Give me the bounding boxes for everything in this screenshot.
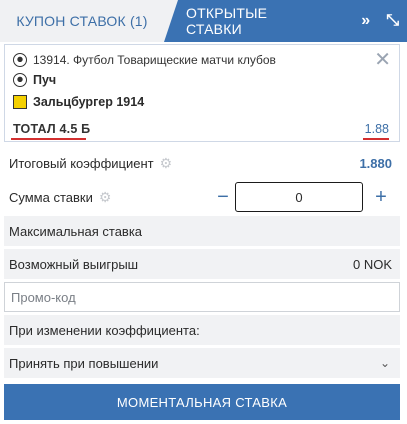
forward-icon[interactable]: » bbox=[361, 12, 370, 30]
team-2-name: Зальцбургер 1914 bbox=[33, 95, 145, 109]
bet-slip: КУПОН СТАВОК (1) ОТКРЫТЫЕ СТАВКИ » ⤡ ✕ 1… bbox=[0, 0, 407, 424]
team-2: Зальцбургер 1914 bbox=[13, 95, 144, 109]
possible-win-label: Возможный выигрыш bbox=[9, 256, 139, 272]
max-stake-label: Максимальная ставка bbox=[9, 223, 143, 239]
total-coefficient-text: Итоговый коэффициент bbox=[9, 155, 154, 171]
instant-bet-button[interactable]: МОМЕНТАЛЬНАЯ СТАВКА bbox=[4, 384, 400, 420]
tab-open-bets[interactable]: ОТКРЫТЫЕ СТАВКИ bbox=[186, 0, 326, 42]
close-icon[interactable]: ✕ bbox=[374, 47, 391, 72]
stake-minus-button[interactable]: − bbox=[210, 182, 236, 212]
gear-icon[interactable]: ⚙ bbox=[99, 189, 112, 206]
team-1-icon bbox=[13, 73, 27, 87]
gear-icon[interactable]: ⚙ bbox=[160, 155, 173, 172]
possible-win-value: 0 NOK bbox=[352, 256, 392, 272]
football-icon bbox=[13, 53, 27, 67]
promo-code-input[interactable]: Промо-код bbox=[4, 282, 400, 312]
collapse-icon[interactable]: ⤡ bbox=[386, 12, 399, 30]
coupon-card: ✕ 13914. Футбол Товарищеские матчи клубо… bbox=[4, 44, 400, 142]
bet-type-underline bbox=[11, 138, 86, 140]
tab-coupon[interactable]: КУПОН СТАВОК (1) bbox=[0, 0, 164, 42]
team-1: Пуч bbox=[13, 73, 56, 87]
possible-win-row: Возможный выигрыш 0 NOK bbox=[4, 249, 400, 279]
team-1-name: Пуч bbox=[33, 73, 57, 87]
tab-icons: » ⤡ bbox=[361, 0, 399, 42]
event-title: 13914. Футбол Товарищеские матчи клубов bbox=[13, 53, 276, 67]
stake-input[interactable]: 0 bbox=[235, 182, 363, 212]
odds-change-row: При изменении коэффициента: bbox=[4, 315, 400, 345]
bet-slip-tabs: КУПОН СТАВОК (1) ОТКРЫТЫЕ СТАВКИ » ⤡ bbox=[0, 0, 407, 42]
bet-odds: 1.88 bbox=[364, 122, 389, 136]
total-coefficient-label: Итоговый коэффициент ⚙ bbox=[9, 155, 172, 172]
total-coefficient-row: Итоговый коэффициент ⚙ 1.880 bbox=[4, 148, 400, 178]
chevron-down-icon: ⌄ bbox=[379, 356, 390, 370]
stake-label-text: Сумма ставки bbox=[9, 189, 93, 205]
event-text: 13914. Футбол Товарищеские матчи клубов bbox=[33, 53, 276, 67]
odds-change-select[interactable]: Принять при повышении ⌄ bbox=[4, 348, 400, 378]
team-2-icon bbox=[13, 95, 27, 109]
total-coefficient-value: 1.880 bbox=[359, 155, 392, 171]
odds-change-selected: Принять при повышении bbox=[9, 355, 159, 371]
stake-row: Сумма ставки ⚙ − 0 + bbox=[4, 182, 400, 212]
bet-type: ТОТАЛ 4.5 Б bbox=[13, 122, 91, 136]
stake-plus-button[interactable]: + bbox=[368, 182, 394, 212]
tab-coupon-slant bbox=[164, 0, 178, 42]
odds-change-label: При изменении коэффициента: bbox=[9, 322, 200, 338]
stake-label: Сумма ставки ⚙ bbox=[9, 189, 111, 206]
bet-odds-underline bbox=[363, 138, 389, 140]
max-stake-row[interactable]: Максимальная ставка bbox=[4, 216, 400, 246]
